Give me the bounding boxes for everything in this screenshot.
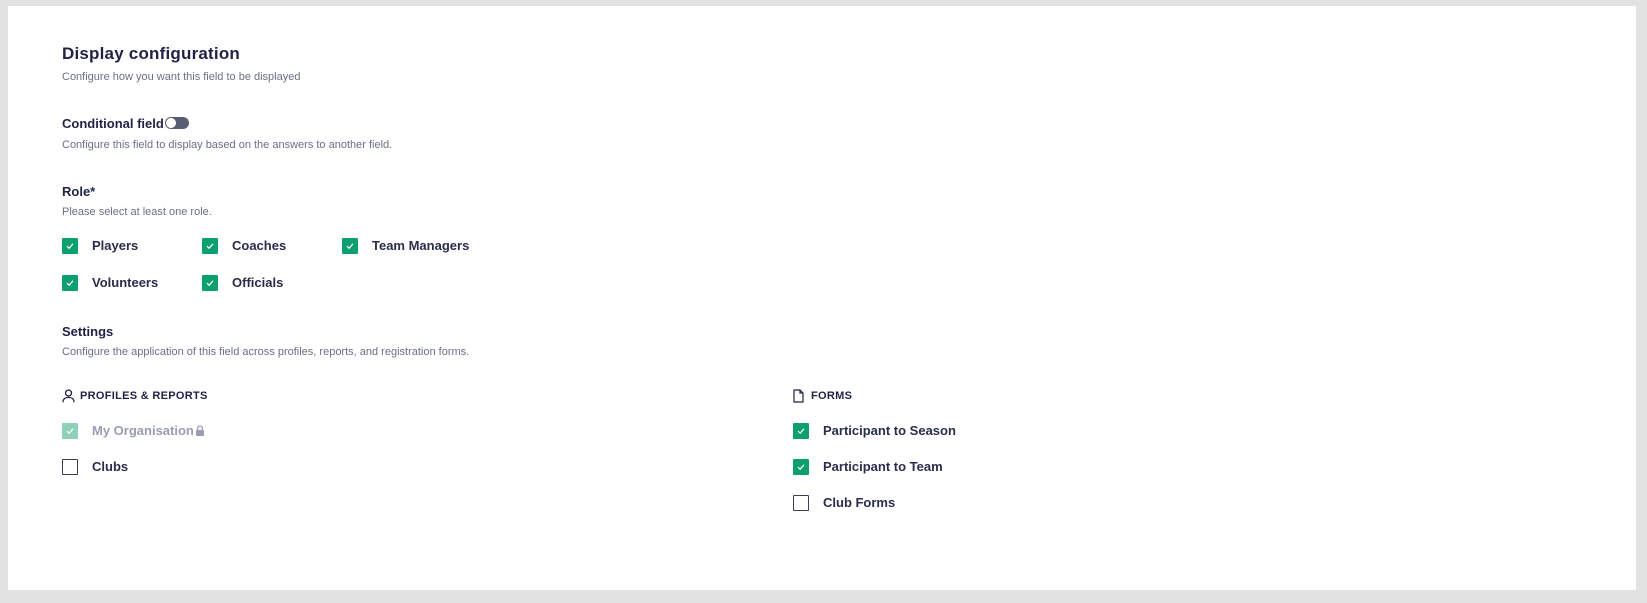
page-subtitle: Configure how you want this field to be … xyxy=(62,71,301,83)
role-option-volunteers[interactable]: Volunteers xyxy=(92,275,158,290)
checkmark-icon xyxy=(66,243,74,250)
checkmark-icon xyxy=(206,280,214,287)
role-checkbox-team-managers[interactable] xyxy=(342,238,358,254)
role-option-team-managers[interactable]: Team Managers xyxy=(372,238,469,253)
forms-heading: FORMS xyxy=(811,390,853,402)
role-checkbox-officials[interactable] xyxy=(202,275,218,291)
document-icon xyxy=(793,389,804,408)
forms-checkbox-participant-to-team[interactable] xyxy=(793,459,809,475)
forms-option-participant-to-season[interactable]: Participant to Season xyxy=(823,423,956,438)
role-checkbox-coaches[interactable] xyxy=(202,238,218,254)
conditional-field-label: Conditional field xyxy=(62,116,164,131)
forms-checkbox-participant-to-season[interactable] xyxy=(793,423,809,439)
lock-icon xyxy=(195,424,205,442)
toggle-knob xyxy=(166,118,176,128)
conditional-field-description: Configure this field to display based on… xyxy=(62,139,393,151)
role-option-players[interactable]: Players xyxy=(92,238,138,253)
checkmark-icon xyxy=(66,428,74,435)
settings-description: Configure the application of this field … xyxy=(62,346,470,358)
page-title: Display configuration xyxy=(62,44,240,63)
user-icon xyxy=(62,389,75,408)
checkmark-icon xyxy=(797,428,805,435)
role-option-officials[interactable]: Officials xyxy=(232,275,283,290)
checkmark-icon xyxy=(797,464,805,471)
role-checkbox-players[interactable] xyxy=(62,238,78,254)
checkmark-icon xyxy=(206,243,214,250)
settings-label: Settings xyxy=(62,324,114,339)
profiles-option-my-organisation: My Organisation xyxy=(92,423,194,438)
profiles-checkbox-my-organisation xyxy=(62,423,78,439)
forms-option-participant-to-team[interactable]: Participant to Team xyxy=(823,459,943,474)
conditional-field-toggle[interactable] xyxy=(165,117,189,129)
display-configuration-card: Display configuration Configure how you … xyxy=(8,6,1636,590)
role-option-coaches[interactable]: Coaches xyxy=(232,238,286,253)
profiles-reports-heading: PROFILES & REPORTS xyxy=(80,390,208,402)
profiles-option-clubs[interactable]: Clubs xyxy=(92,459,128,474)
role-hint: Please select at least one role. xyxy=(62,206,212,218)
role-label: Role* xyxy=(62,184,96,199)
role-checkbox-volunteers[interactable] xyxy=(62,275,78,291)
profiles-checkbox-clubs[interactable] xyxy=(62,459,78,475)
forms-checkbox-club-forms[interactable] xyxy=(793,495,809,511)
checkmark-icon xyxy=(346,243,354,250)
forms-option-club-forms[interactable]: Club Forms xyxy=(823,495,895,510)
checkmark-icon xyxy=(66,280,74,287)
